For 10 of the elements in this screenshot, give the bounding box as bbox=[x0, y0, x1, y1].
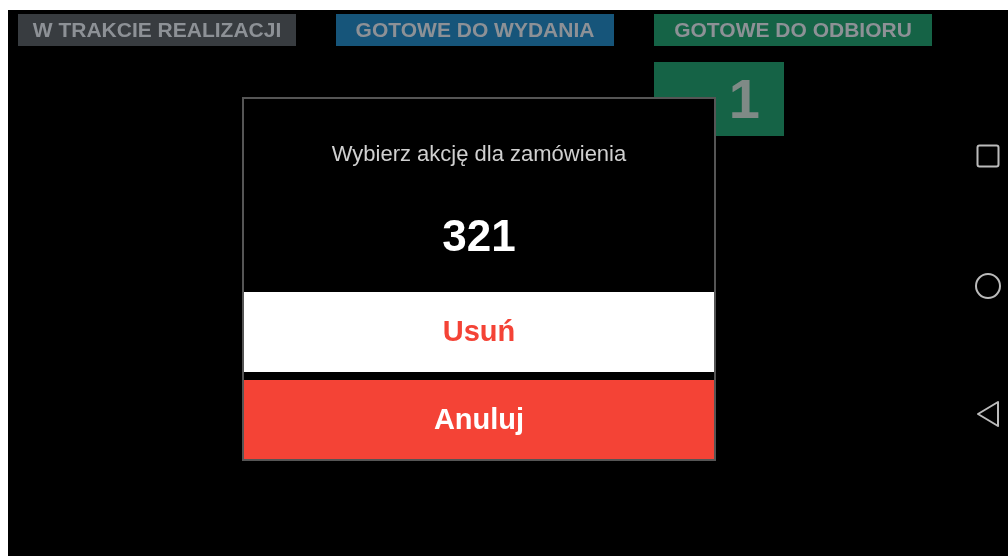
delete-button[interactable]: Usuń bbox=[244, 292, 714, 372]
cancel-button[interactable]: Anuluj bbox=[244, 379, 714, 459]
column-header: GOTOWE DO WYDANIA bbox=[336, 14, 614, 46]
order-number: 321 bbox=[441, 210, 517, 262]
column-header: W TRAKCIE REALIZACJI bbox=[18, 14, 296, 46]
back-icon[interactable] bbox=[976, 400, 1000, 428]
column-header: GOTOWE DO ODBIORU bbox=[654, 14, 932, 46]
dialog-title: Wybierz akcję dla zamówienia bbox=[330, 140, 628, 168]
recent-apps-icon[interactable] bbox=[976, 144, 1000, 168]
home-icon[interactable] bbox=[974, 272, 1002, 300]
